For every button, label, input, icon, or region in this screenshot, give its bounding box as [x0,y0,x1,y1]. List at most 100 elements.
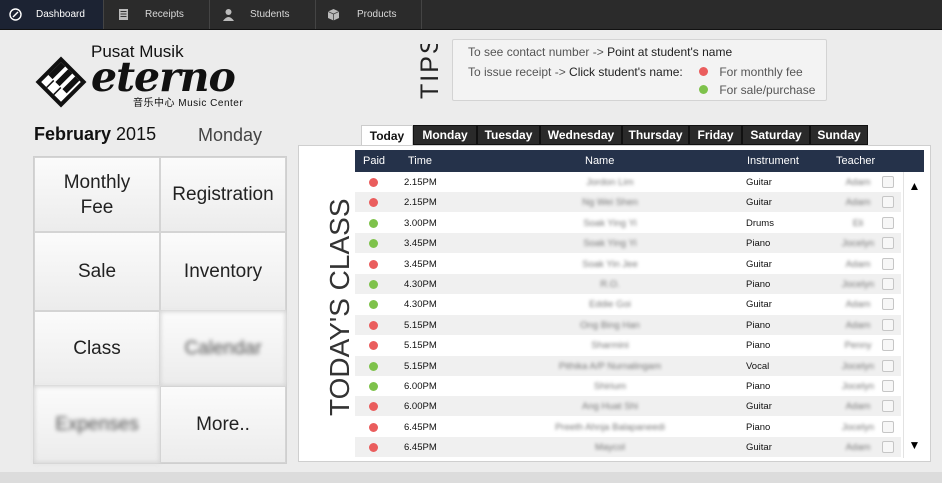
current-weekday: Monday [198,125,263,145]
nav-students-label: Students [250,9,290,20]
row-instrument: Guitar [746,299,772,311]
row-student-name[interactable]: Ng Wei Shen [515,197,705,208]
nav-students[interactable]: Students [210,0,316,29]
tab-monday[interactable]: Monday [413,125,477,145]
row-student-name[interactable]: Pithika A/P Nurnalingam [515,361,705,372]
tab-tuesday[interactable]: Tuesday [477,125,540,145]
row-time: 4.30PM [404,299,437,311]
row-student-name[interactable]: Soak Ying Yi [515,238,705,249]
row-time: 2.15PM [404,177,437,188]
nav-dashboard[interactable]: Dashboard [0,0,104,29]
tab-wednesday[interactable]: Wednesday [540,125,622,145]
row-teacher: Adam [845,442,871,454]
table-row[interactable]: 4.30PM Eddie Goi Guitar Adam [355,294,901,314]
row-student-name[interactable]: Maycol [515,442,705,453]
inventory-button[interactable]: Inventory [160,232,286,311]
sale-button[interactable]: Sale [34,232,160,311]
col-paid: Paid [363,155,386,167]
tab-sunday[interactable]: Sunday [810,125,868,145]
piano-logo-icon [35,56,87,108]
download-icon[interactable] [882,359,894,372]
monthly-fee-button[interactable]: Monthly Fee [34,157,160,232]
scroll-down-icon[interactable]: ▼ [904,435,925,455]
download-icon[interactable] [882,441,894,454]
current-month: February 2015 [34,124,157,144]
receipt-icon [119,9,128,20]
svg-text:TIPS: TIPS [416,44,444,99]
table-row[interactable]: 5.15PM Ong Bing Han Piano Adam [355,314,901,335]
download-icon[interactable] [882,339,894,352]
download-icon[interactable] [882,298,894,311]
row-time: 5.15PM [404,319,437,331]
expenses-button[interactable]: Expenses [34,386,160,463]
nav-products[interactable]: Products [316,0,422,29]
table-row[interactable]: 2.15PM Ng Wei Shen Guitar Adam [355,192,901,213]
class-button[interactable]: Class [34,311,160,386]
download-icon[interactable] [882,400,894,413]
row-student-name[interactable]: Soak Yin Jee [515,259,705,270]
row-instrument: Guitar [746,197,772,209]
scroll-up-icon[interactable]: ▲ [904,176,925,196]
svg-text:TODAY'S CLASS: TODAY'S CLASS [324,199,355,417]
row-time: 3.45PM [404,258,437,270]
table-row[interactable]: 6.45PM Maycol Guitar Adam [355,437,901,458]
table-row[interactable]: 3.45PM Soak Ying Yi Piano Jocelyn [355,233,901,254]
green-dot-icon [699,85,708,94]
download-icon[interactable] [882,196,894,209]
row-student-name[interactable]: Soak Ying Yi [515,218,705,229]
registration-button[interactable]: Registration [160,157,286,232]
row-time: 6.00PM [404,401,437,413]
paid-status-icon [369,443,378,453]
row-time: 2.15PM [404,197,437,209]
row-instrument: Drums [746,217,774,229]
row-teacher: Adam [845,299,871,311]
col-instrument: Instrument [747,155,799,167]
download-icon[interactable] [882,257,894,270]
download-icon[interactable] [882,380,894,392]
download-icon[interactable] [882,318,894,331]
download-icon[interactable] [882,420,894,433]
row-time: 6.00PM [404,381,437,392]
table-row[interactable]: 5.15PM Sharmini Piano Penny [355,335,901,355]
table-row[interactable]: 4.30PM R.O. Piano Jocelyn [355,274,901,294]
legend-sale: For sale/purchase [699,83,815,97]
bottom-bar [0,472,942,483]
row-time: 5.15PM [404,340,437,352]
row-student-name[interactable]: Jordon Lim [515,177,705,188]
download-icon[interactable] [882,237,894,250]
nav-receipts[interactable]: Receipts [104,0,210,29]
row-student-name[interactable]: Ong Bing Han [515,320,705,331]
row-student-name[interactable]: Shirium [515,381,705,392]
tab-today[interactable]: Today [361,125,413,145]
download-icon[interactable] [882,216,894,229]
paid-status-icon [369,320,378,330]
table-row[interactable]: 6.45PM Preeth Ahnja Balapaneedi Piano Jocel… [355,417,901,437]
table-scrollbar[interactable]: ▲ ▼ [903,172,925,458]
row-student-name[interactable]: Eddie Goi [515,299,705,310]
download-icon[interactable] [882,278,894,290]
more-button[interactable]: More.. [160,386,286,463]
tip-contact: To see contact number -> Point at studen… [468,45,733,59]
logo-subtitle: 音乐中心 Music Center [133,98,244,109]
table-row[interactable]: 3.00PM Soak Ying Yi Drums Eli [355,213,901,233]
table-row[interactable]: 3.45PM Soak Yin Jee Guitar Adam [355,254,901,274]
row-instrument: Piano [746,238,771,250]
download-icon[interactable] [882,176,894,188]
calendar-button[interactable]: Calendar [160,311,286,386]
row-student-name[interactable]: Sharmini [515,340,705,351]
tab-saturday[interactable]: Saturday [742,125,810,145]
row-instrument: Guitar [746,401,772,413]
tab-thursday[interactable]: Thursday [622,125,689,145]
paid-status-icon [369,341,378,351]
tab-friday[interactable]: Friday [689,125,742,145]
table-row[interactable]: 5.15PM Pithika A/P Nurnalingam Vocal Jocely… [355,355,901,376]
row-time: 3.00PM [404,217,437,229]
table-row[interactable]: 6.00PM Ang Huat Shi Guitar Adam [355,396,901,417]
table-row[interactable]: 2.15PM Jordon Lim Guitar Adam [355,172,901,192]
red-dot-icon [699,67,708,76]
table-row[interactable]: 6.00PM Shirium Piano Jocelyn [355,376,901,396]
row-student-name[interactable]: R.O. [515,279,705,290]
paid-status-icon [369,239,378,249]
row-student-name[interactable]: Preeth Ahnja Balapaneedi [515,422,705,433]
row-student-name[interactable]: Ang Huat Shi [515,401,705,412]
